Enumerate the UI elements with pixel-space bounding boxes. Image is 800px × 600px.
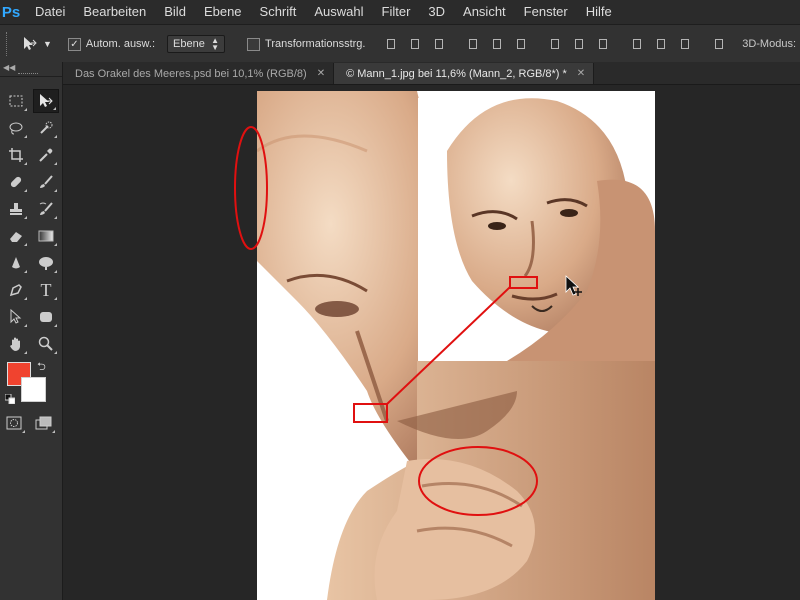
menu-bar: Ps Datei Bearbeiten Bild Ebene Schrift A…: [0, 0, 800, 24]
photoshop-logo-icon: Ps: [1, 3, 21, 21]
tab-mann-1[interactable]: © Mann_1.jpg bei 11,6% (Mann_2, RGB/8*) …: [334, 63, 595, 84]
history-brush-icon[interactable]: [33, 197, 59, 221]
hand-icon[interactable]: [3, 332, 29, 356]
stepper-arrows-icon: ▲ ▼: [211, 36, 220, 52]
document-tab-bar: Das Orakel des Meeres.psd bei 10,1% (RGB…: [63, 62, 800, 85]
align-left-icon[interactable]: [467, 37, 479, 51]
distribute-left-icon[interactable]: [631, 37, 643, 51]
eyedropper-icon[interactable]: [33, 143, 59, 167]
align-distribute-group: [379, 37, 731, 51]
chevron-down-icon: ▼: [43, 39, 52, 49]
blur-icon[interactable]: [3, 251, 29, 275]
close-icon[interactable]: ✕: [577, 68, 585, 79]
default-colors-icon[interactable]: [4, 391, 16, 405]
zoom-icon[interactable]: [33, 332, 59, 356]
toolbox: ◀◀ T ⮌: [0, 62, 63, 600]
distribute-top-icon[interactable]: [549, 37, 561, 51]
path-selection-icon[interactable]: [3, 305, 29, 329]
menu-hilfe[interactable]: Hilfe: [577, 0, 621, 24]
auto-select-target-value: Ebene: [173, 38, 205, 50]
brush-icon[interactable]: [33, 170, 59, 194]
photo-layer-mann-1: [256, 91, 655, 600]
dodge-icon[interactable]: [33, 251, 59, 275]
auto-align-layers-icon[interactable]: [713, 37, 725, 51]
distribute-vertical-center-icon[interactable]: [573, 37, 585, 51]
pen-icon[interactable]: [3, 278, 29, 302]
move-icon: [24, 37, 37, 50]
align-horizontal-center-icon[interactable]: [491, 37, 503, 51]
healing-brush-icon[interactable]: [3, 170, 29, 194]
document-canvas[interactable]: [256, 91, 655, 600]
auto-select-label: Autom. ausw.:: [85, 38, 156, 50]
move-icon[interactable]: [33, 89, 59, 113]
transform-controls-checkbox[interactable]: Transformationsstrg.: [247, 37, 366, 51]
quick-selection-icon[interactable]: [33, 116, 59, 140]
tab-label: Das Orakel des Meeres.psd bei 10,1% (RGB…: [75, 67, 307, 80]
screen-mode-icon[interactable]: [31, 411, 57, 435]
menu-schrift[interactable]: Schrift: [251, 0, 306, 24]
menu-datei[interactable]: Datei: [26, 0, 74, 24]
align-vertical-center-icon[interactable]: [409, 37, 421, 51]
distribute-bottom-icon[interactable]: [597, 37, 609, 51]
transform-controls-label: Transformationsstrg.: [265, 38, 366, 50]
menu-ebene[interactable]: Ebene: [195, 0, 251, 24]
transform-controls-check-icon: [247, 37, 261, 51]
tool-preset-picker[interactable]: ▼: [21, 36, 52, 52]
distribute-horizontal-center-icon[interactable]: [655, 37, 667, 51]
menu-ansicht[interactable]: Ansicht: [454, 0, 515, 24]
type-icon[interactable]: T: [33, 278, 59, 302]
shape-icon[interactable]: [33, 305, 59, 329]
align-right-icon[interactable]: [515, 37, 527, 51]
tab-label: © Mann_1.jpg bei 11,6% (Mann_2, RGB/8*) …: [346, 67, 567, 80]
menu-filter[interactable]: Filter: [373, 0, 420, 24]
auto-select-checkbox[interactable]: ✓ Autom. ausw.:: [67, 37, 156, 51]
eraser-icon[interactable]: [3, 224, 29, 248]
menu-bearbeiten[interactable]: Bearbeiten: [74, 0, 155, 24]
canvas-area[interactable]: [63, 85, 800, 600]
distribute-right-icon[interactable]: [679, 37, 691, 51]
menu-auswahl[interactable]: Auswahl: [305, 0, 372, 24]
menu-3d[interactable]: 3D: [419, 0, 454, 24]
lasso-icon[interactable]: [3, 116, 29, 140]
background-color-swatch[interactable]: [21, 377, 46, 402]
options-bar: ▼ ✓ Autom. ausw.: Ebene ▲ ▼ Transformatio…: [0, 24, 800, 64]
quick-mask-icon[interactable]: [1, 411, 27, 435]
options-bar-grip[interactable]: [6, 32, 13, 56]
tab-orakel-des-meeres[interactable]: Das Orakel des Meeres.psd bei 10,1% (RGB…: [63, 63, 335, 84]
toolbox-header[interactable]: ◀◀: [0, 62, 62, 77]
align-bottom-icon[interactable]: [433, 37, 445, 51]
gradient-icon[interactable]: [33, 224, 59, 248]
3d-mode-label: 3D-Modus:: [742, 38, 796, 50]
collapse-arrows-icon[interactable]: ◀◀: [3, 63, 15, 72]
swap-colors-icon[interactable]: ⮌: [37, 358, 46, 377]
crop-icon[interactable]: [3, 143, 29, 167]
clone-stamp-icon[interactable]: [3, 197, 29, 221]
auto-select-check-icon: ✓: [67, 37, 81, 51]
menu-bild[interactable]: Bild: [155, 0, 195, 24]
marquee-icon[interactable]: [3, 89, 29, 113]
align-top-icon[interactable]: [385, 37, 397, 51]
menu-fenster[interactable]: Fenster: [515, 0, 577, 24]
auto-select-target-select[interactable]: Ebene ▲ ▼: [167, 35, 226, 53]
close-icon[interactable]: ✕: [317, 68, 325, 79]
